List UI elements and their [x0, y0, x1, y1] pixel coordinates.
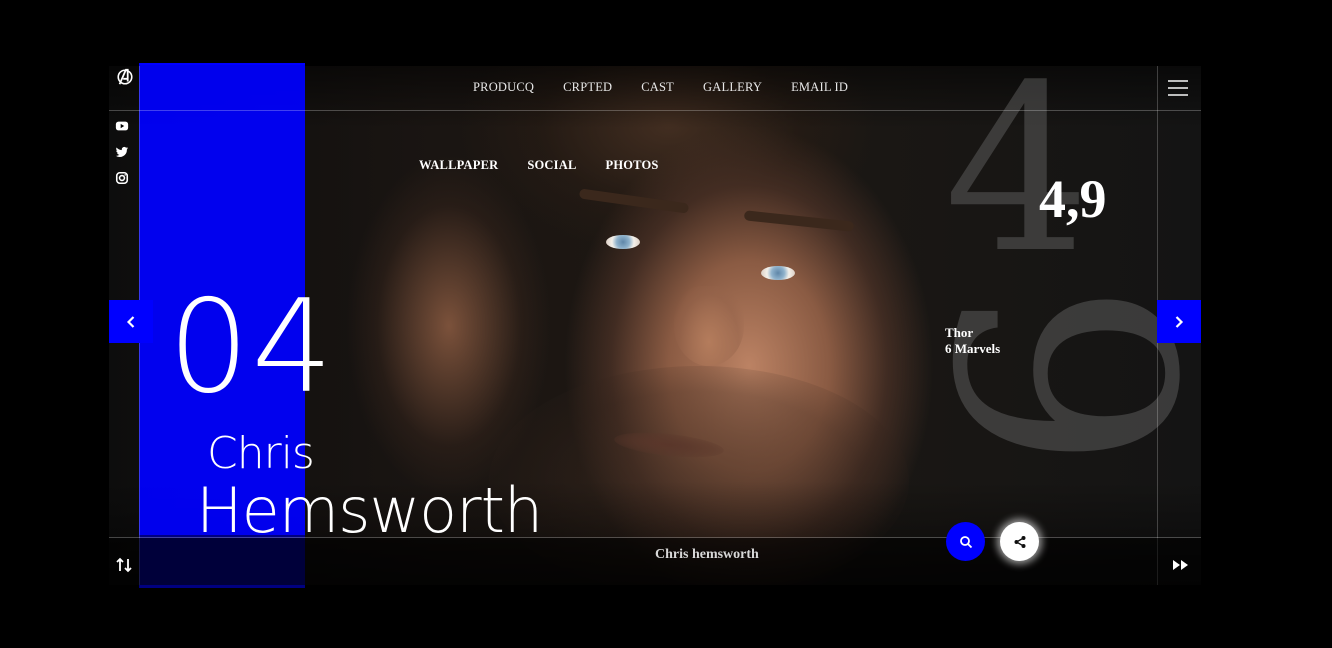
chevron-right-icon [1175, 315, 1184, 328]
share-button[interactable] [1000, 522, 1039, 561]
search-icon [959, 535, 972, 548]
nav-item-producq[interactable]: PRODUCQ [473, 80, 534, 95]
divider [109, 110, 1201, 111]
subnav-item-social[interactable]: SOCIAL [527, 158, 576, 173]
previous-slide-button[interactable] [109, 300, 153, 343]
instagram-icon[interactable] [115, 171, 129, 185]
chevron-left-icon [126, 315, 135, 328]
menu-hamburger-icon[interactable] [1168, 80, 1188, 98]
search-button[interactable] [946, 522, 985, 561]
slide-number: 04 [168, 273, 335, 422]
subnav-item-wallpaper[interactable]: WALLPAPER [419, 158, 498, 173]
twitter-icon[interactable] [115, 145, 129, 159]
youtube-icon[interactable] [115, 119, 129, 133]
actor-first-name: Chris [207, 428, 315, 479]
actor-last-name: Hemsworth [196, 474, 543, 547]
next-slide-button[interactable] [1157, 300, 1201, 343]
sub-navigation: WALLPAPER SOCIAL PHOTOS [419, 158, 659, 173]
movie-count: 6 Marvels [945, 341, 1001, 356]
nav-item-gallery[interactable]: GALLERY [703, 80, 762, 95]
nav-item-email-id[interactable]: EMAIL ID [791, 80, 848, 95]
fast-forward-icon[interactable] [1172, 559, 1190, 571]
nav-item-crpted[interactable]: CRPTED [563, 80, 612, 95]
avengers-logo-icon[interactable] [116, 68, 134, 86]
top-navigation: PRODUCQ CRPTED CAST GALLERY EMAIL ID [473, 80, 848, 95]
share-icon [1014, 535, 1025, 548]
movie-title: Thor [945, 325, 974, 340]
subnav-item-photos[interactable]: PHOTOS [606, 158, 659, 173]
rating-value: 4,9 [1039, 169, 1107, 229]
nav-item-cast[interactable]: CAST [641, 80, 674, 95]
sort-icon[interactable] [115, 556, 133, 574]
bottom-caption: Chris hemsworth [655, 547, 759, 562]
